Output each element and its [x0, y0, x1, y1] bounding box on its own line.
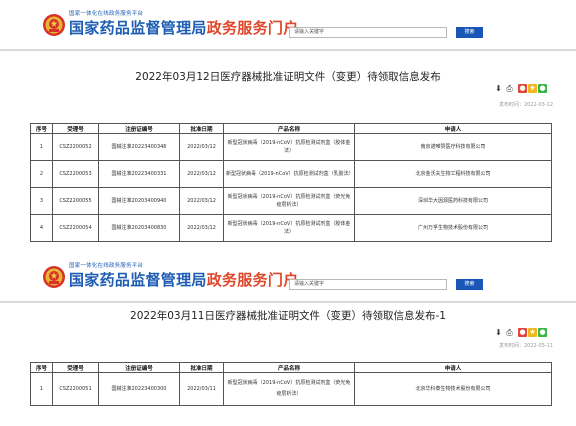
table-row: 3 CSZ2200055 国械注准20203400940 2022/03/12 … — [30, 187, 552, 215]
print-icon[interactable]: ⎙ — [505, 328, 514, 337]
search-input[interactable]: 请输入关键字 — [289, 279, 447, 290]
column-header: 申请人 — [354, 123, 552, 134]
row-number: 2 — [30, 160, 53, 188]
site-title[interactable]: 国家药品监督管理局政务服务门户 — [69, 17, 299, 38]
table-row: 4 CSZ2200054 国械注准20203400830 2022/03/12 … — [30, 214, 552, 242]
page-title: 2022年03月11日医疗器械批准证明文件（变更）待领取信息发布-1 — [130, 310, 446, 322]
approval-date: 2022/03/11 — [179, 372, 224, 406]
notice-table: 序号 受理号 注册证编号 批准日期 产品名称 申请人 1 CSZ2200052 … — [30, 123, 552, 242]
row-number: 3 — [30, 187, 53, 215]
wechat-share-icon[interactable]: ● — [538, 328, 547, 337]
acceptance-number: CSZ2200051 — [52, 372, 99, 406]
approval-date: 2022/03/12 — [179, 160, 224, 188]
download-icon[interactable]: ⬇ — [494, 328, 503, 337]
weibo-share-icon[interactable]: ● — [518, 328, 527, 337]
table-header-row: 序号 受理号 注册证编号 批准日期 产品名称 申请人 — [30, 362, 552, 373]
portal-name: 政务服务门户 — [206, 19, 299, 37]
platform-name[interactable]: 国家一体化在线政务服务平台 — [69, 261, 143, 269]
column-header: 受理号 — [52, 362, 99, 373]
site-title[interactable]: 国家药品监督管理局政务服务门户 — [69, 269, 299, 290]
product-name: 新型冠状病毒（2019-nCoV）抗原检测试剂盒（荧光免疫层析法） — [223, 372, 355, 406]
registration-number: 国械注准20223400300 — [98, 372, 180, 406]
acceptance-number: CSZ2200052 — [52, 133, 99, 161]
product-name: 新型冠状病毒（2019-nCoV）抗原检测试剂盒（荧光免疫层析法） — [223, 187, 355, 215]
acceptance-number: CSZ2200054 — [52, 214, 99, 242]
column-header: 批准日期 — [179, 123, 224, 134]
national-emblem-icon — [43, 14, 65, 36]
applicant: 深圳华大因源医药科技有限公司 — [354, 187, 552, 215]
table-row: 1 CSZ2200051 国械注准20223400300 2022/03/11 … — [30, 372, 552, 406]
table-header-row: 序号 受理号 注册证编号 批准日期 产品名称 申请人 — [30, 123, 552, 134]
agency-name: 国家药品监督管理局 — [69, 19, 207, 37]
header-divider — [0, 49, 576, 51]
column-header: 产品名称 — [223, 123, 355, 134]
portal-name: 政务服务门户 — [206, 271, 299, 289]
column-header: 序号 — [30, 362, 53, 373]
acceptance-number: CSZ2200053 — [52, 160, 99, 188]
wechat-share-icon[interactable]: ● — [538, 84, 547, 93]
registration-number: 国械注准20203400830 — [98, 214, 180, 242]
approval-date: 2022/03/12 — [179, 214, 224, 242]
notice-table: 序号 受理号 注册证编号 批准日期 产品名称 申请人 1 CSZ2200051 … — [30, 362, 552, 406]
row-number: 4 — [30, 214, 53, 242]
print-icon[interactable]: ⎙ — [505, 84, 514, 93]
column-header: 申请人 — [354, 362, 552, 373]
approval-date: 2022/03/12 — [179, 133, 224, 161]
agency-name: 国家药品监督管理局 — [69, 271, 207, 289]
search-button[interactable]: 搜索 — [456, 279, 483, 290]
registration-number: 国械注准20223400331 — [98, 160, 180, 188]
column-header: 注册证编号 — [98, 123, 180, 134]
registration-number: 国械注准20203400940 — [98, 187, 180, 215]
weibo-share-icon[interactable]: ● — [518, 84, 527, 93]
registration-number: 国械注准20223400346 — [98, 133, 180, 161]
search-input[interactable]: 请输入关键字 — [289, 27, 447, 38]
site-header: 国家一体化在线政务服务平台 国家药品监督管理局政务服务门户 请输入关键字 搜索 — [0, 0, 576, 48]
site-header: 国家一体化在线政务服务平台 国家药品监督管理局政务服务门户 请输入关键字 搜索 — [0, 252, 576, 300]
table-row: 2 CSZ2200053 国械注准20223400331 2022/03/12 … — [30, 160, 552, 188]
applicant: 南京诺唯赞医疗科技有限公司 — [354, 133, 552, 161]
approval-date: 2022/03/12 — [179, 187, 224, 215]
notice-page-1: 国家一体化在线政务服务平台 国家药品监督管理局政务服务门户 请输入关键字 搜索 … — [0, 0, 576, 252]
column-header: 注册证编号 — [98, 362, 180, 373]
platform-name[interactable]: 国家一体化在线政务服务平台 — [69, 9, 143, 17]
column-header: 受理号 — [52, 123, 99, 134]
applicant: 北京金沃夫生物工程科技有限公司 — [354, 160, 552, 188]
qzone-share-icon[interactable]: ★ — [528, 84, 537, 93]
publish-date: 发布时间：2022-03-12 — [498, 102, 553, 108]
qzone-share-icon[interactable]: ★ — [528, 328, 537, 337]
page-title: 2022年03月12日医疗器械批准证明文件（变更）待领取信息发布 — [135, 71, 441, 83]
applicant: 北京华科泰生物技术股份有限公司 — [354, 372, 552, 406]
table-row: 1 CSZ2200052 国械注准20223400346 2022/03/12 … — [30, 133, 552, 161]
search-button[interactable]: 搜索 — [456, 27, 483, 38]
header-divider — [0, 301, 576, 303]
row-number: 1 — [30, 133, 53, 161]
column-header: 产品名称 — [223, 362, 355, 373]
product-name: 新型冠状病毒（2019-nCoV）抗原检测试剂盒（胶体金法） — [223, 214, 355, 242]
applicant: 广州万孚生物技术股份有限公司 — [354, 214, 552, 242]
publish-date: 发布时间：2022-03-11 — [498, 343, 553, 349]
row-number: 1 — [30, 372, 53, 406]
product-name: 新型冠状病毒（2019-nCoV）抗原检测试剂盒（乳胶法） — [223, 160, 355, 188]
notice-page-2: 国家一体化在线政务服务平台 国家药品监督管理局政务服务门户 请输入关键字 搜索 … — [0, 252, 576, 426]
column-header: 批准日期 — [179, 362, 224, 373]
acceptance-number: CSZ2200055 — [52, 187, 99, 215]
product-name: 新型冠状病毒（2019-nCoV）抗原检测试剂盒（胶体金法） — [223, 133, 355, 161]
national-emblem-icon — [43, 266, 65, 288]
column-header: 序号 — [30, 123, 53, 134]
download-icon[interactable]: ⬇ — [494, 84, 503, 93]
